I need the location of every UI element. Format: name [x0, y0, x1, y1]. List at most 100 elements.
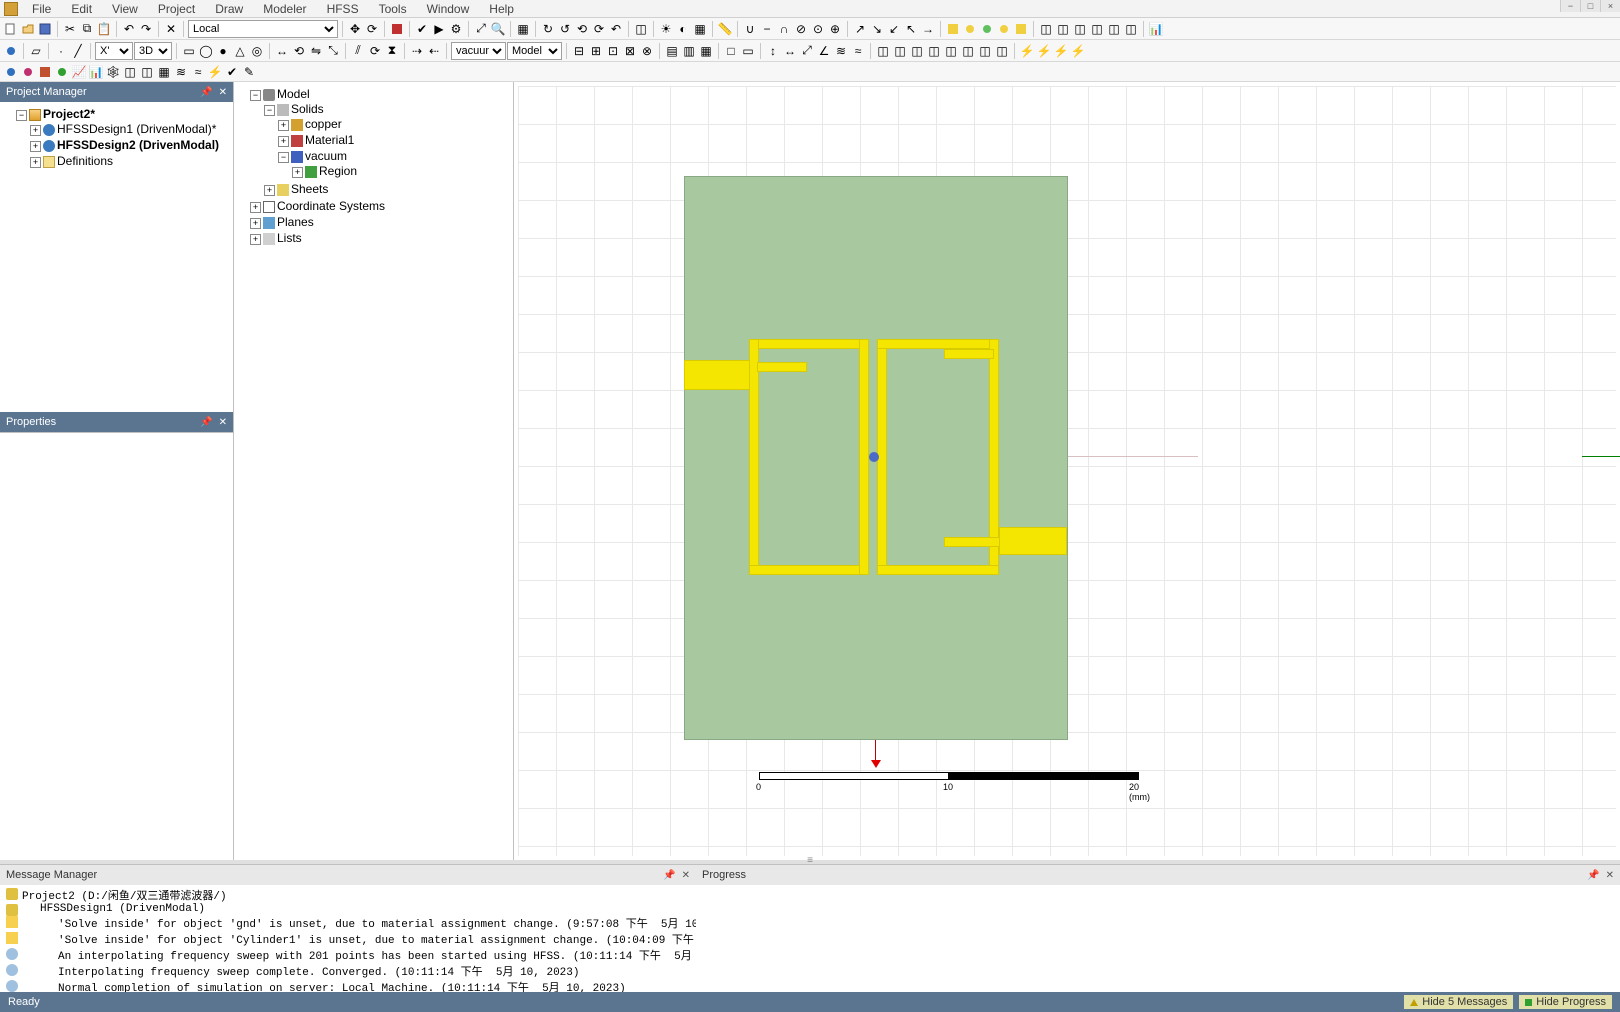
- trace-segment[interactable]: [877, 339, 999, 349]
- rotate-x-button[interactable]: ↻: [540, 21, 556, 37]
- meas6-button[interactable]: ≈: [850, 43, 866, 59]
- sim4-button[interactable]: [54, 64, 70, 80]
- trace-segment[interactable]: [859, 339, 869, 575]
- copy-button[interactable]: ⧉: [79, 21, 95, 37]
- fit1-button[interactable]: □: [723, 43, 739, 59]
- meas3-button[interactable]: ⤢: [799, 43, 815, 59]
- sim5-button[interactable]: 📈: [71, 64, 87, 80]
- menu-help[interactable]: Help: [479, 0, 524, 18]
- rotate-y-button[interactable]: ↺: [557, 21, 573, 37]
- var4-button[interactable]: ⚡: [1070, 43, 1086, 59]
- align4-button[interactable]: ⊠: [622, 43, 638, 59]
- bc4-button[interactable]: [996, 21, 1012, 37]
- menu-draw[interactable]: Draw: [205, 0, 253, 18]
- prim5-button[interactable]: ◫: [943, 43, 959, 59]
- menu-edit[interactable]: Edit: [61, 0, 102, 18]
- prim7-button[interactable]: ◫: [977, 43, 993, 59]
- light-button[interactable]: ☀: [658, 21, 674, 37]
- render-wire-button[interactable]: ▦: [515, 21, 531, 37]
- point-button[interactable]: ·: [53, 43, 69, 59]
- model-combo[interactable]: Model: [507, 42, 562, 60]
- subtract-button[interactable]: −: [759, 21, 775, 37]
- dup-mirror-button[interactable]: ⧗: [384, 43, 400, 59]
- align5-button[interactable]: ⊗: [639, 43, 655, 59]
- rotate-z-button[interactable]: ⟲: [574, 21, 590, 37]
- undo-button[interactable]: ↶: [121, 21, 137, 37]
- minimize-button[interactable]: −: [1560, 0, 1580, 12]
- mirror-button[interactable]: ⇋: [308, 43, 324, 59]
- cyl-button[interactable]: ◯: [198, 43, 214, 59]
- rotate-button[interactable]: ⟳: [364, 21, 380, 37]
- trace-stub[interactable]: [944, 349, 994, 359]
- wrap-button[interactable]: ⊕: [827, 21, 843, 37]
- torus-button[interactable]: ◎: [249, 43, 265, 59]
- open-button[interactable]: [20, 21, 36, 37]
- prim1-button[interactable]: ◫: [875, 43, 891, 59]
- pan-button[interactable]: ✥: [347, 21, 363, 37]
- dup-rot-button[interactable]: ⟳: [367, 43, 383, 59]
- sim2-button[interactable]: [20, 64, 36, 80]
- menu-window[interactable]: Window: [417, 0, 480, 18]
- mesh2-button[interactable]: ◫: [1055, 21, 1071, 37]
- pin-icon[interactable]: 📌: [1587, 870, 1599, 881]
- snap1-button[interactable]: ▤: [664, 43, 680, 59]
- report-button[interactable]: 📊: [1148, 21, 1164, 37]
- sphere-button[interactable]: ●: [215, 43, 231, 59]
- rotate-obj-button[interactable]: ⟲: [291, 43, 307, 59]
- rotate-ccw-button[interactable]: ↶: [608, 21, 624, 37]
- select-face-button[interactable]: ▱: [28, 43, 44, 59]
- var1-button[interactable]: ⚡: [1019, 43, 1035, 59]
- align3-button[interactable]: ⊡: [605, 43, 621, 59]
- var3-button[interactable]: ⚡: [1053, 43, 1069, 59]
- meas1-button[interactable]: ↕: [765, 43, 781, 59]
- rotate-free-button[interactable]: ⟳: [591, 21, 607, 37]
- bc1-button[interactable]: [945, 21, 961, 37]
- snap2-button[interactable]: ▥: [681, 43, 697, 59]
- sweep1-button[interactable]: ⇢: [409, 43, 425, 59]
- menu-modeler[interactable]: Modeler: [253, 0, 316, 18]
- menu-tools[interactable]: Tools: [369, 0, 417, 18]
- trace-segment[interactable]: [749, 565, 869, 575]
- hide-messages-button[interactable]: Hide 5 Messages: [1404, 995, 1513, 1009]
- save-button[interactable]: [37, 21, 53, 37]
- sim6-button[interactable]: 📊: [88, 64, 104, 80]
- pin-icon[interactable]: 📌: [663, 870, 675, 881]
- message-list[interactable]: Project2 (D:/闲鱼/双三通带滤波器/) HFSSDesign1 (D…: [0, 885, 696, 992]
- view-combo[interactable]: 3D: [134, 42, 172, 60]
- coord-sys-combo[interactable]: Local: [188, 20, 338, 38]
- align2-button[interactable]: ⊞: [588, 43, 604, 59]
- sim1-button[interactable]: [3, 64, 19, 80]
- arrow2-icon[interactable]: ↘: [869, 21, 885, 37]
- cut-button[interactable]: ✂: [62, 21, 78, 37]
- sim7-button[interactable]: 🕸: [105, 64, 121, 80]
- bc2-button[interactable]: [962, 21, 978, 37]
- validate-button[interactable]: ✔: [414, 21, 430, 37]
- analyze-button[interactable]: ▶: [431, 21, 447, 37]
- stop-button[interactable]: [389, 21, 405, 37]
- trace-segment[interactable]: [749, 339, 759, 575]
- bc5-button[interactable]: [1013, 21, 1029, 37]
- dup-line-button[interactable]: ⫽: [350, 43, 366, 59]
- close-button[interactable]: ×: [1600, 0, 1620, 12]
- line-button[interactable]: ╱: [70, 43, 86, 59]
- meas2-button[interactable]: ↔: [782, 43, 798, 59]
- prim4-button[interactable]: ◫: [926, 43, 942, 59]
- new-button[interactable]: [3, 21, 19, 37]
- imprint-button[interactable]: ⊙: [810, 21, 826, 37]
- trace-port-left[interactable]: [684, 360, 752, 390]
- optimize-button[interactable]: ⚙: [448, 21, 464, 37]
- sim13-button[interactable]: ⚡: [207, 64, 223, 80]
- delete-button[interactable]: ✕: [163, 21, 179, 37]
- prim8-button[interactable]: ◫: [994, 43, 1010, 59]
- sim10-button[interactable]: ▦: [156, 64, 172, 80]
- split-button[interactable]: ⊘: [793, 21, 809, 37]
- close-panel-icon[interactable]: ✕: [682, 870, 690, 881]
- cone-button[interactable]: △: [232, 43, 248, 59]
- meas5-button[interactable]: ≋: [833, 43, 849, 59]
- meas4-button[interactable]: ∠: [816, 43, 832, 59]
- sim11-button[interactable]: ≋: [173, 64, 189, 80]
- unite-button[interactable]: ∪: [742, 21, 758, 37]
- bc3-button[interactable]: [979, 21, 995, 37]
- mesh3-button[interactable]: ◫: [1072, 21, 1088, 37]
- redo-button[interactable]: ↷: [138, 21, 154, 37]
